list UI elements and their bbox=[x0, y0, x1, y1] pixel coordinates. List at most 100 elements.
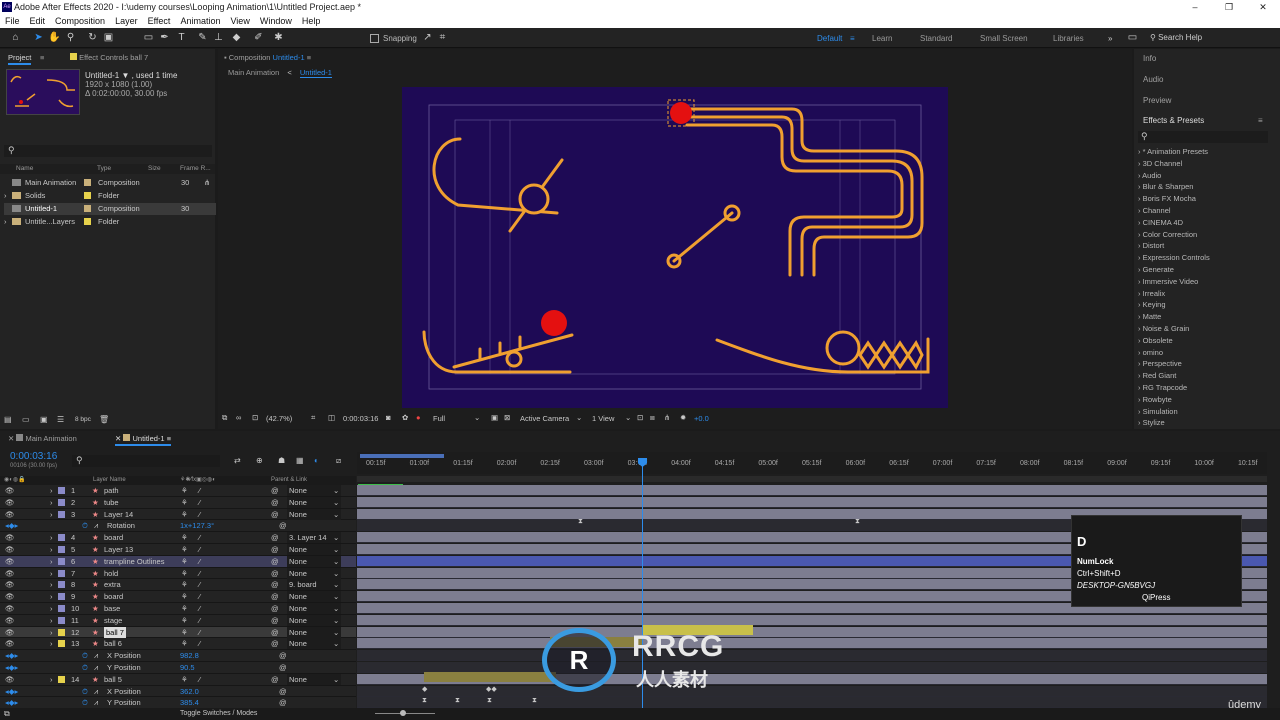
motion-blur-icon[interactable]: ◐ bbox=[314, 456, 319, 465]
resolution-grid-icon[interactable]: ⌗ bbox=[311, 413, 315, 423]
layer-row[interactable]: 👁 › 1 ★ path ⚘ ⁄ @ None ⌄ bbox=[0, 485, 356, 497]
project-item-selected[interactable]: Untitled-1 Composition 30 bbox=[4, 203, 216, 215]
clone-stamp-tool-icon[interactable]: ⊥ bbox=[212, 31, 225, 44]
pickwhip-icon[interactable]: @ bbox=[279, 662, 287, 673]
pickwhip-icon[interactable]: @ bbox=[271, 674, 279, 685]
shy-switch-icon[interactable]: ⚘ bbox=[181, 638, 188, 649]
effects-category[interactable]: › omino bbox=[1138, 347, 1163, 358]
pickwhip-icon[interactable]: @ bbox=[271, 485, 279, 496]
layer-track-bar[interactable] bbox=[357, 614, 1267, 626]
shy-icon[interactable]: ☗ bbox=[278, 456, 285, 465]
layer-name[interactable]: trampline Outlines bbox=[104, 556, 164, 567]
camera-snapshot-icon[interactable]: ◙ bbox=[386, 413, 391, 422]
effects-presets-tab[interactable]: Effects & Presets bbox=[1143, 116, 1204, 125]
flowchart-icon[interactable]: ⋔ bbox=[204, 177, 210, 189]
shy-switch-icon[interactable]: ⚘ bbox=[181, 485, 188, 496]
draft-3d-icon[interactable]: ⧈ bbox=[650, 413, 655, 423]
shy-switch-icon[interactable]: ⚘ bbox=[181, 556, 188, 567]
effects-category[interactable]: › * Animation Presets bbox=[1138, 146, 1208, 157]
show-channel-icon[interactable]: ✿ bbox=[402, 413, 408, 422]
keyframe-nav-icon[interactable]: ◂◆▸ bbox=[5, 697, 18, 708]
shy-switch-icon[interactable]: ⚘ bbox=[181, 568, 188, 579]
workspace-default[interactable]: Default bbox=[817, 34, 842, 43]
graph-icon[interactable]: ⩘ bbox=[94, 650, 98, 661]
layer-row[interactable]: 👁 › 8 ★ extra ⚘ ⁄ @9. board ⌄ bbox=[0, 579, 356, 592]
timeline-scrollbar[interactable] bbox=[357, 476, 1267, 482]
quality-switch-icon[interactable]: ⁄ bbox=[199, 674, 200, 685]
toggle-switches-modes[interactable]: Toggle Switches / Modes bbox=[180, 710, 257, 717]
pickwhip-icon[interactable]: @ bbox=[279, 697, 287, 708]
quality-switch-icon[interactable]: ⁄ bbox=[199, 591, 200, 602]
stopwatch-icon[interactable]: ⏱ bbox=[82, 650, 88, 661]
sync-settings-icon[interactable]: ▭ bbox=[1126, 31, 1139, 44]
col-name[interactable]: Name bbox=[16, 165, 33, 172]
eye-icon[interactable]: 👁 bbox=[5, 603, 15, 614]
shy-switch-icon[interactable]: ⚘ bbox=[181, 603, 188, 614]
menu-help[interactable]: Help bbox=[297, 16, 326, 26]
pickwhip-icon[interactable]: @ bbox=[279, 686, 287, 697]
layer-row[interactable]: 👁 › 12 ★ ball 7 ⚘ ⁄ @ None ⌄ bbox=[0, 626, 356, 639]
keyframe-nav-icon[interactable]: ◂◆▸ bbox=[5, 686, 18, 697]
menu-layer[interactable]: Layer bbox=[110, 16, 143, 26]
layer-row[interactable]: 👁 › 3 ★ Layer 14 ⚘ ⁄ @ None ⌄ bbox=[0, 508, 356, 521]
property-value[interactable]: 982.8 bbox=[180, 650, 199, 661]
effects-category[interactable]: › Rowbyte bbox=[1138, 394, 1172, 405]
graph-icon[interactable]: ⩘ bbox=[94, 697, 98, 708]
tab-untitled-1[interactable]: ✕ Untitled-1 ≡ bbox=[115, 432, 172, 446]
audio-panel-tab[interactable]: Audio bbox=[1143, 75, 1163, 84]
current-time[interactable]: 0:00:03:16 bbox=[343, 414, 378, 423]
mask-visibility-icon[interactable]: ⊡ bbox=[252, 413, 258, 422]
quality-switch-icon[interactable]: ⁄ bbox=[199, 497, 200, 508]
expand-arrow-icon[interactable]: › bbox=[50, 674, 53, 685]
snap-grid-icon[interactable]: ⌗ bbox=[436, 31, 449, 44]
work-area-bar[interactable] bbox=[360, 454, 444, 458]
draft-3d-icon[interactable]: ⊕ bbox=[256, 456, 263, 465]
expand-arrow-icon[interactable]: › bbox=[50, 509, 53, 520]
keyframe-icon[interactable]: ⧗ bbox=[487, 697, 492, 705]
lock-icon[interactable]: ▪ bbox=[224, 53, 227, 62]
project-item[interactable]: Main Animation Composition 30 ⋔ bbox=[4, 177, 216, 189]
layer-name[interactable]: Layer 14 bbox=[104, 509, 133, 520]
effects-category[interactable]: › Color Correction bbox=[1138, 229, 1197, 240]
label-color-icon[interactable] bbox=[58, 498, 65, 506]
label-color-icon[interactable] bbox=[58, 546, 65, 553]
project-item[interactable]: › Solids Folder bbox=[4, 190, 216, 202]
breadcrumb-untitled[interactable]: Untitled-1 bbox=[299, 68, 332, 78]
expand-arrow-icon[interactable]: › bbox=[50, 603, 53, 614]
zoom-slider-handle[interactable] bbox=[400, 710, 406, 716]
snap-option-icon[interactable]: ↗ bbox=[421, 31, 434, 44]
layer-name[interactable]: ball 6 bbox=[104, 638, 122, 649]
property-value[interactable]: 90.5 bbox=[180, 662, 195, 673]
timeline-menu-icon[interactable]: ≡ bbox=[167, 434, 171, 443]
property-track[interactable] bbox=[357, 650, 1267, 662]
eye-icon[interactable]: 👁 bbox=[5, 568, 15, 579]
layer-name[interactable]: path bbox=[104, 485, 119, 496]
type-tool-icon[interactable]: T bbox=[175, 31, 188, 44]
menu-effect[interactable]: Effect bbox=[143, 16, 176, 26]
pixel-aspect-icon[interactable]: ⊡ bbox=[637, 413, 643, 422]
pickwhip-icon[interactable]: @ bbox=[279, 520, 287, 531]
ball5-keyframe-bar[interactable] bbox=[424, 672, 556, 682]
puppet-tool-icon[interactable]: ✱ bbox=[272, 31, 285, 44]
layer-name[interactable]: ball 7 bbox=[104, 626, 126, 638]
graph-icon[interactable]: ⩘ bbox=[94, 520, 98, 531]
keyframe-icon[interactable]: ⧗ bbox=[422, 697, 427, 705]
eye-icon[interactable]: 👁 bbox=[5, 579, 15, 590]
3d-glasses-icon[interactable]: ∞ bbox=[236, 413, 241, 422]
search-help-field[interactable]: ⚲ Search Help bbox=[1150, 32, 1270, 44]
graph-icon[interactable]: ⩘ bbox=[94, 686, 98, 697]
effects-category[interactable]: › Boris FX Mocha bbox=[1138, 193, 1196, 204]
keyframe-icon[interactable]: ◆ bbox=[422, 685, 427, 693]
effects-category[interactable]: › Irrealix bbox=[1138, 288, 1165, 299]
eye-icon[interactable]: 👁 bbox=[5, 544, 15, 555]
pickwhip-icon[interactable]: @ bbox=[271, 497, 279, 508]
layer-name[interactable]: board bbox=[104, 532, 123, 543]
bpc-label[interactable]: 8 bpc bbox=[75, 416, 91, 423]
graph-editor-icon[interactable]: ⧄ bbox=[336, 456, 341, 466]
close-icon[interactable]: ✕ bbox=[115, 434, 121, 443]
menu-edit[interactable]: Edit bbox=[25, 16, 51, 26]
keyframe-icon[interactable]: ⧗ bbox=[455, 697, 460, 705]
shy-switch-icon[interactable]: ⚘ bbox=[181, 532, 188, 543]
brush-tool-icon[interactable]: ✎ bbox=[196, 31, 209, 44]
keyframe-nav-icon[interactable]: ◂◆▸ bbox=[5, 520, 18, 531]
